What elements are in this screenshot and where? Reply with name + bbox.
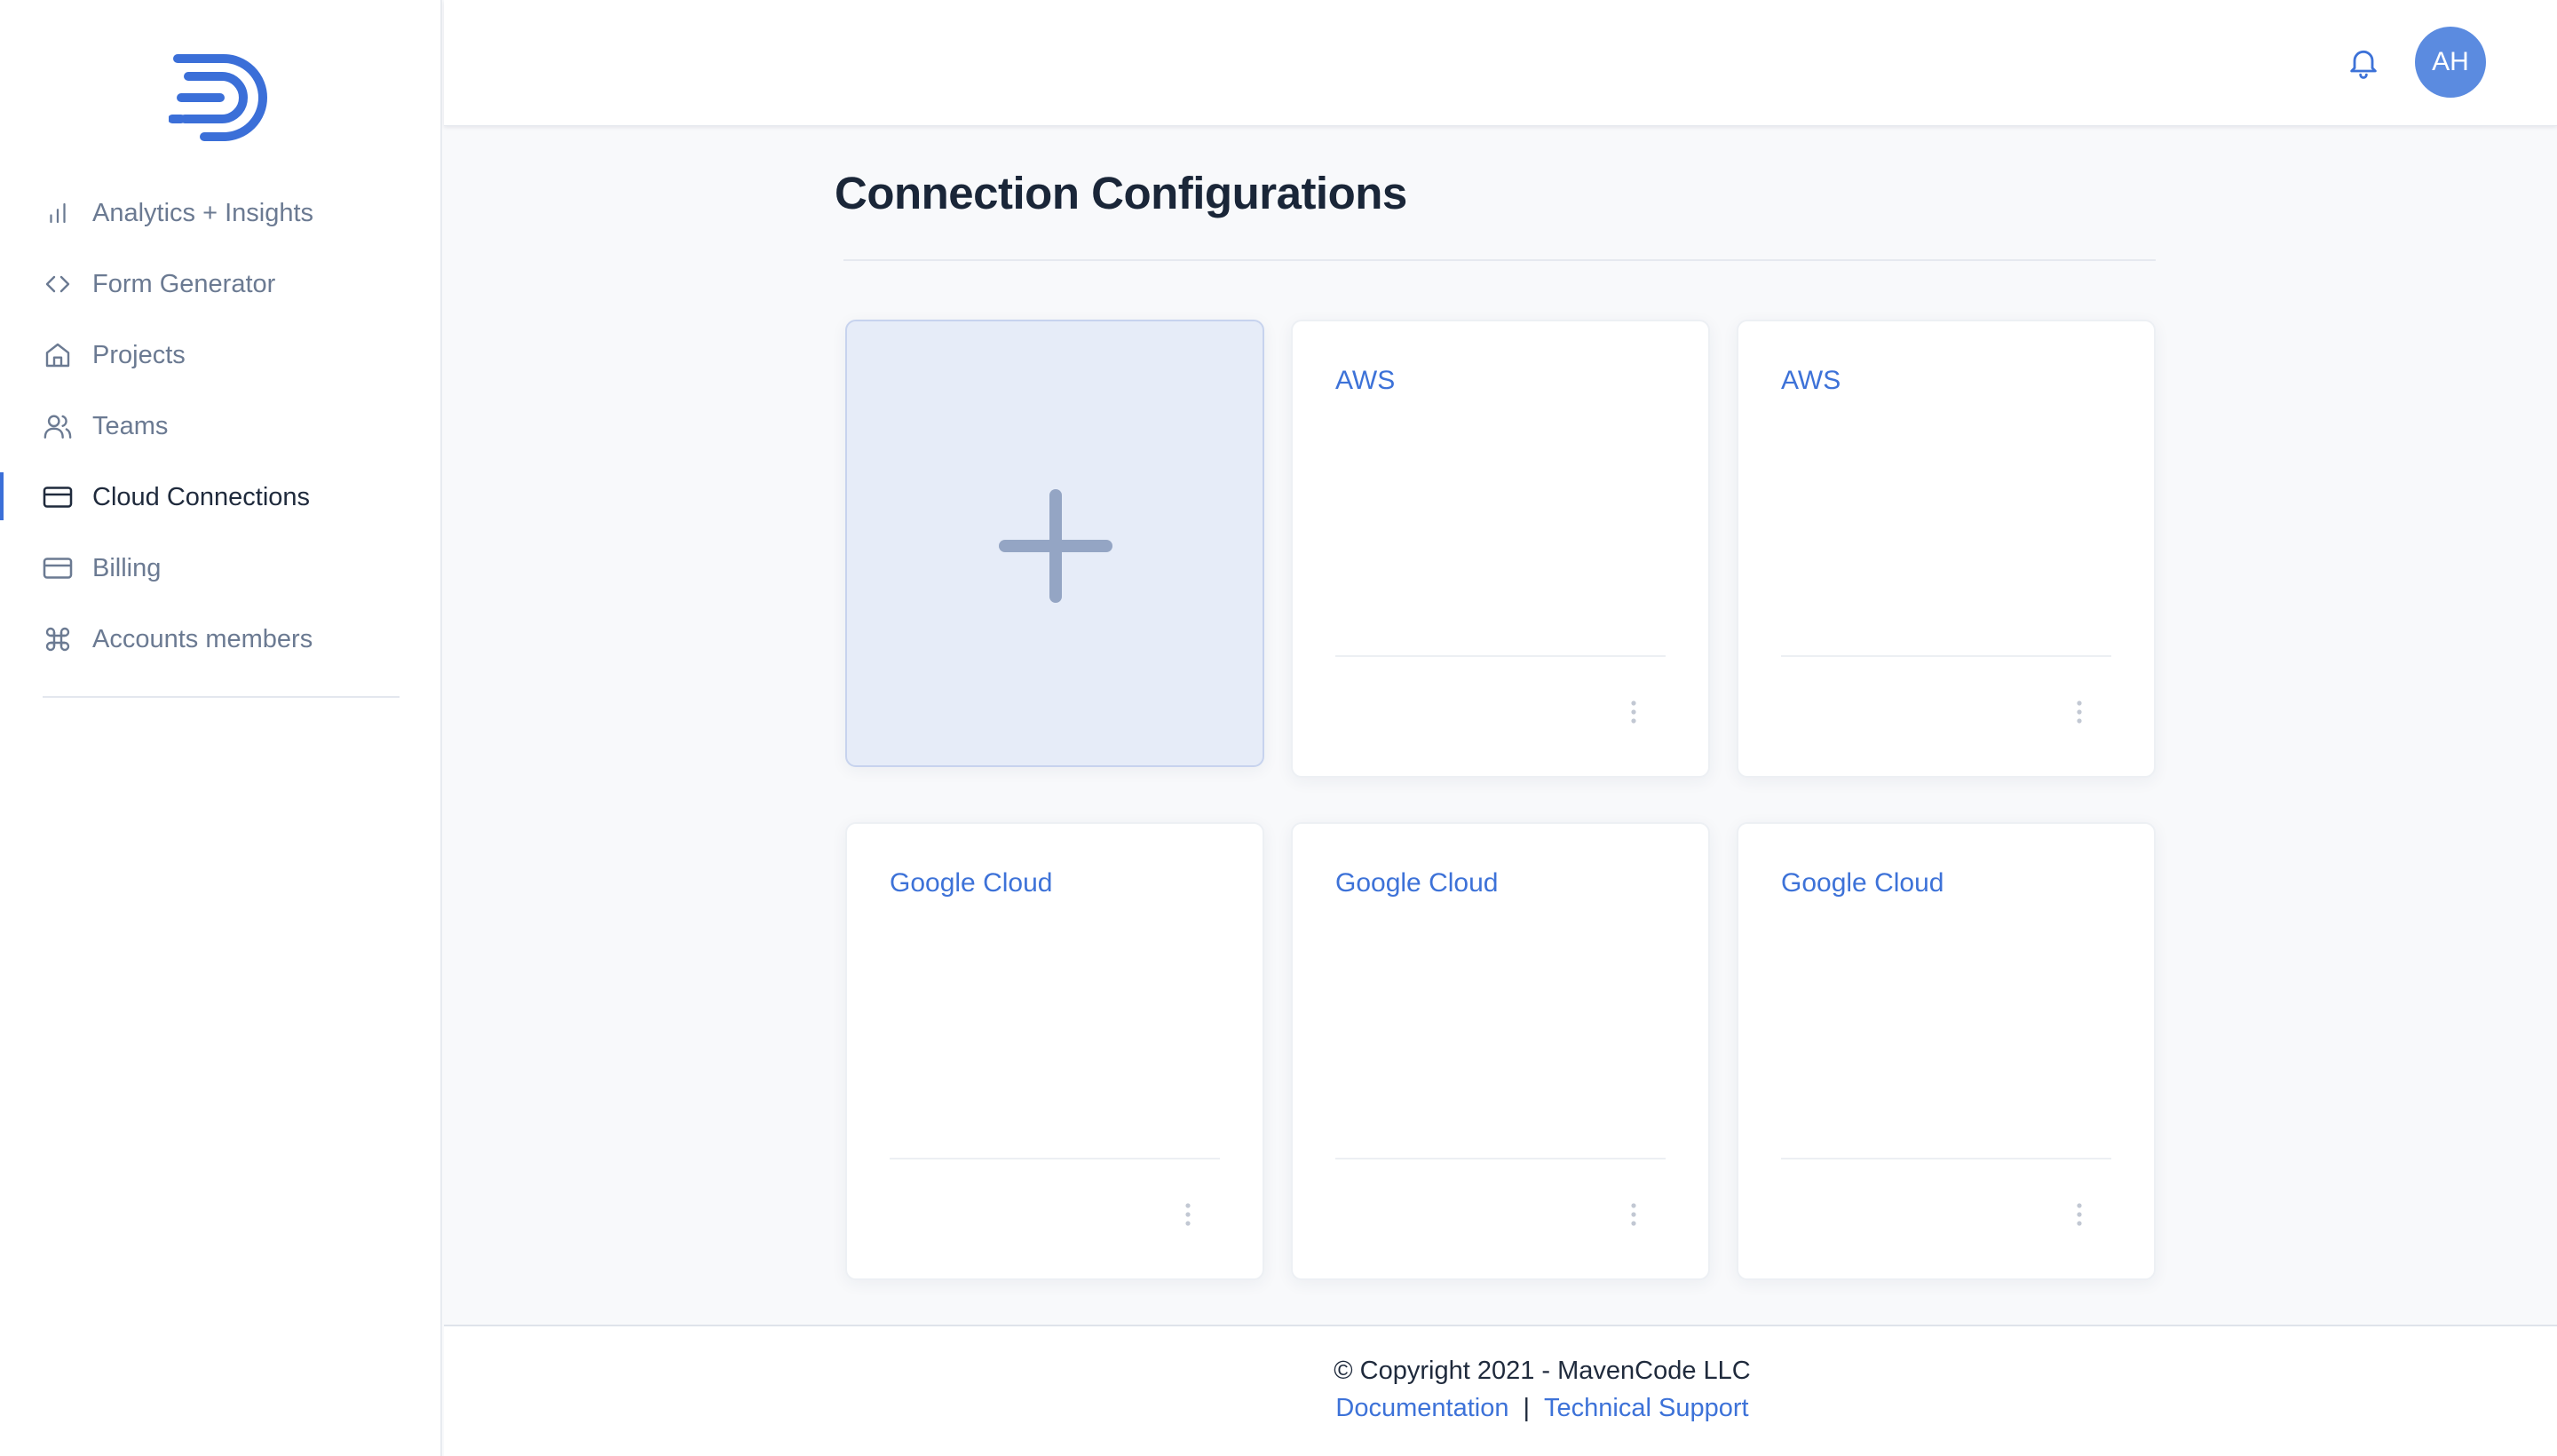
more-options-icon[interactable] (1616, 694, 1651, 730)
sidebar-item-form-generator[interactable]: Form Generator (0, 249, 440, 320)
sidebar-nav: Analytics + Insights Form Generator Proj… (0, 178, 440, 675)
connection-card[interactable]: AWS (1737, 320, 2156, 778)
connection-card-title[interactable]: Google Cloud (1781, 868, 1943, 898)
credit-card-icon (41, 551, 75, 585)
top-header (444, 0, 2557, 126)
sidebar-item-label: Billing (92, 553, 162, 582)
users-icon (41, 409, 75, 443)
more-options-icon[interactable] (2062, 1197, 2097, 1232)
connection-card-title[interactable]: Google Cloud (890, 868, 1052, 898)
connection-card[interactable]: AWS (1291, 320, 1710, 778)
plus-icon (998, 488, 1113, 604)
footer-links: Documentation | Technical Support (444, 1394, 2557, 1423)
code-icon (41, 267, 75, 301)
sidebar-item-label: Accounts members (92, 624, 313, 653)
sidebar-divider (43, 696, 400, 698)
sidebar-item-analytics[interactable]: Analytics + Insights (0, 178, 440, 249)
sidebar-item-billing[interactable]: Billing (0, 533, 440, 604)
mavencode-logo[interactable] (168, 50, 275, 147)
connection-card-title[interactable]: AWS (1335, 366, 1395, 396)
sidebar-item-label: Projects (92, 340, 186, 369)
sidebar-item-label: Cloud Connections (92, 482, 311, 511)
bell-icon[interactable] (2346, 44, 2381, 80)
card-divider (1781, 655, 2111, 657)
sidebar-item-accounts-members[interactable]: Accounts members (0, 604, 440, 675)
sidebar: Analytics + Insights Form Generator Proj… (0, 0, 442, 1456)
connection-card[interactable]: Google Cloud (1737, 822, 2156, 1280)
copyright-text: © Copyright 2021 - MavenCode LLC (1334, 1357, 1751, 1385)
card-divider (1335, 655, 1666, 657)
sidebar-item-cloud-connections[interactable]: Cloud Connections (0, 462, 440, 533)
more-options-icon[interactable] (2062, 694, 2097, 730)
card-divider (1335, 1158, 1666, 1159)
sidebar-item-label: Form Generator (92, 269, 276, 298)
more-options-icon[interactable] (1616, 1197, 1651, 1232)
credit-card-icon (41, 480, 75, 514)
home-icon (41, 338, 75, 372)
more-options-icon[interactable] (1170, 1197, 1206, 1232)
command-icon (41, 622, 75, 656)
connection-card-title[interactable]: Google Cloud (1335, 868, 1498, 898)
card-divider (890, 1158, 1220, 1159)
documentation-link[interactable]: Documentation (1335, 1394, 1508, 1422)
bar-chart-icon (41, 196, 75, 230)
add-connection-card[interactable] (845, 320, 1264, 767)
connection-card[interactable]: Google Cloud (1291, 822, 1710, 1280)
sidebar-item-projects[interactable]: Projects (0, 320, 440, 391)
sidebar-item-teams[interactable]: Teams (0, 391, 440, 462)
avatar[interactable]: AH (2415, 27, 2486, 98)
sidebar-item-label: Analytics + Insights (92, 198, 314, 227)
page-title: Connection Configurations (835, 168, 1407, 218)
technical-support-link[interactable]: Technical Support (1544, 1394, 1749, 1422)
card-divider (1781, 1158, 2111, 1159)
sidebar-item-label: Teams (92, 411, 169, 440)
title-divider (843, 259, 2156, 261)
link-separator: | (1523, 1394, 1531, 1422)
footer: © Copyright 2021 - MavenCode LLC Documen… (444, 1325, 2557, 1456)
connection-card[interactable]: Google Cloud (845, 822, 1264, 1280)
connection-card-title[interactable]: AWS (1781, 366, 1841, 396)
